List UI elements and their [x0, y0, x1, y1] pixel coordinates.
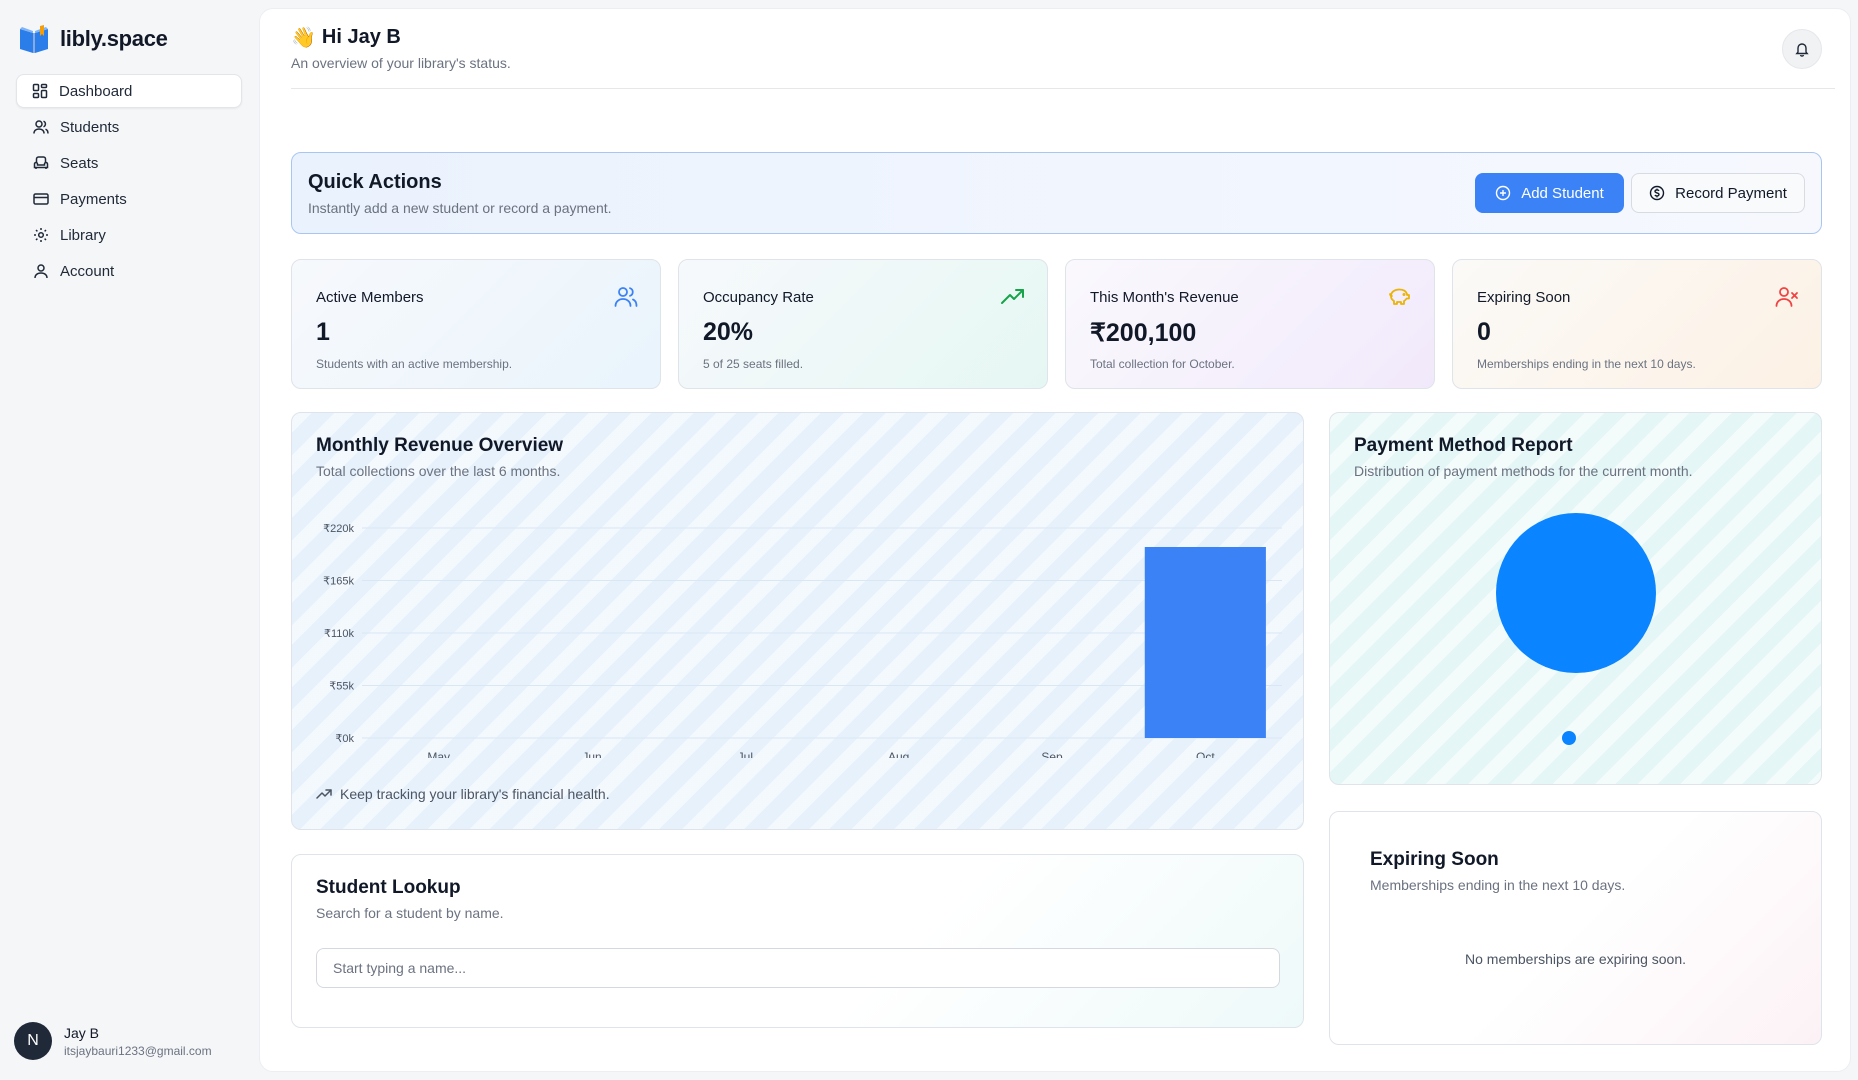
users-icon: [614, 285, 638, 309]
payment-method-panel: Payment Method Report Distribution of pa…: [1329, 412, 1822, 785]
page-subtitle: An overview of your library's status.: [291, 55, 511, 71]
gear-icon: [33, 227, 49, 243]
piggy-bank-icon: [1388, 285, 1412, 309]
x-tick-label: May: [427, 750, 450, 758]
student-lookup-panel: Student Lookup Search for a student by n…: [291, 854, 1304, 1028]
sidebar-nav: Dashboard Students Seats Payments Librar…: [16, 74, 242, 290]
student-lookup-subtitle: Search for a student by name.: [316, 905, 504, 921]
quick-actions-subtitle: Instantly add a new student or record a …: [308, 200, 612, 216]
app-name: libly.space: [60, 26, 168, 51]
plus-circle-icon: [1495, 185, 1511, 201]
payment-report-subtitle: Distribution of payment methods for the …: [1354, 463, 1693, 479]
pie-slice[interactable]: [1496, 513, 1656, 673]
user-email: itsjaybauri1233@gmail.com: [64, 1043, 212, 1058]
y-tick-label: ₹110k: [324, 628, 355, 640]
add-student-button[interactable]: Add Student: [1475, 173, 1624, 213]
stat-title: Expiring Soon: [1477, 289, 1571, 306]
revenue-footer-text: Keep tracking your library's financial h…: [340, 786, 610, 802]
stat-value: 1: [316, 318, 330, 346]
main-content: 👋 Hi Jay B An overview of your library's…: [259, 8, 1851, 1072]
trending-up-icon: [316, 786, 332, 802]
expiring-soon-panel: Expiring Soon Memberships ending in the …: [1329, 811, 1822, 1045]
revenue-chart-footer: Keep tracking your library's financial h…: [316, 786, 610, 802]
stat-card-active-members: Active Members 1 Students with an active…: [291, 259, 661, 389]
revenue-chart-panel: Monthly Revenue Overview Total collectio…: [291, 412, 1304, 830]
bar[interactable]: [1144, 546, 1266, 738]
notifications-button[interactable]: [1782, 29, 1822, 69]
sidebar-item-label: Dashboard: [59, 82, 133, 100]
user-name: Jay B: [64, 1024, 100, 1041]
y-tick-label: ₹55k: [329, 681, 354, 693]
sidebar-item-label: Seats: [60, 154, 99, 172]
waving-hand-icon: 👋: [291, 27, 316, 49]
revenue-chart-subtitle: Total collections over the last 6 months…: [316, 463, 561, 479]
quick-actions-panel: Quick Actions Instantly add a new studen…: [291, 152, 1822, 234]
x-tick-label: Aug: [888, 750, 909, 758]
legend-marker: [1562, 731, 1576, 745]
payment-pie-chart: [1496, 513, 1656, 745]
empty-state-message: No memberships are expiring soon.: [1465, 951, 1686, 967]
stat-value: 0: [1477, 318, 1491, 346]
stat-value: 20%: [703, 318, 754, 346]
expiring-soon-subtitle: Memberships ending in the next 10 days.: [1370, 877, 1626, 893]
sidebar-item-account[interactable]: Account: [16, 254, 242, 288]
app-logo[interactable]: libly.space: [18, 24, 168, 54]
sidebar-item-students[interactable]: Students: [16, 110, 242, 144]
sidebar-item-seats[interactable]: Seats: [16, 146, 242, 180]
stat-title: Active Members: [316, 289, 424, 306]
stat-title: Occupancy Rate: [703, 289, 814, 306]
add-student-label: Add Student: [1521, 184, 1604, 202]
expiring-soon-title: Expiring Soon: [1370, 849, 1499, 870]
bell-icon: [1794, 41, 1810, 57]
sidebar-item-label: Library: [60, 226, 106, 244]
greeting-text: Hi Jay B: [321, 26, 401, 48]
header-divider: [291, 88, 1835, 89]
stat-card-occupancy-rate: Occupancy Rate 20% 5 of 25 seats filled.: [678, 259, 1048, 389]
stat-subtitle: 5 of 25 seats filled.: [703, 357, 804, 371]
x-tick-label: Jun: [582, 750, 601, 758]
sidebar-item-label: Students: [60, 118, 120, 136]
record-payment-label: Record Payment: [1675, 184, 1787, 202]
student-search-input[interactable]: [316, 948, 1280, 988]
avatar: N: [14, 1022, 52, 1060]
user-x-icon: [1775, 285, 1799, 309]
x-tick-label: Oct: [1196, 750, 1215, 758]
armchair-icon: [33, 155, 49, 171]
x-tick-label: Sep: [1041, 750, 1063, 758]
user-icon: [33, 263, 49, 279]
sidebar-item-payments[interactable]: Payments: [16, 182, 242, 216]
sidebar-item-label: Account: [60, 262, 115, 280]
y-tick-label: ₹165k: [323, 576, 354, 588]
credit-card-icon: [33, 191, 49, 207]
stat-title: This Month's Revenue: [1090, 289, 1239, 306]
payment-report-title: Payment Method Report: [1354, 435, 1573, 456]
stat-card-monthly-revenue: This Month's Revenue ₹200,100 Total coll…: [1065, 259, 1435, 389]
stat-card-expiring-soon: Expiring Soon 0 Memberships ending in th…: [1452, 259, 1822, 389]
stat-subtitle: Students with an active membership.: [316, 357, 513, 371]
sidebar-item-library[interactable]: Library: [16, 218, 242, 252]
x-tick-label: Jul: [738, 750, 753, 758]
stat-subtitle: Total collection for October.: [1090, 357, 1235, 371]
revenue-chart-title: Monthly Revenue Overview: [316, 435, 564, 456]
student-lookup-title: Student Lookup: [316, 877, 461, 898]
quick-actions-title: Quick Actions: [308, 171, 442, 193]
user-profile[interactable]: N Jay B itsjaybauri1233@gmail.com: [14, 1022, 212, 1060]
sidebar-item-label: Payments: [60, 190, 127, 208]
record-payment-button[interactable]: Record Payment: [1631, 173, 1805, 213]
page-header: 👋 Hi Jay B An overview of your library's…: [291, 25, 511, 71]
sidebar-item-dashboard[interactable]: Dashboard: [16, 74, 242, 108]
sidebar: libly.space Dashboard Students Seats Pay…: [0, 0, 258, 1080]
users-icon: [33, 119, 49, 135]
dashboard-icon: [32, 83, 48, 99]
open-book-icon: [18, 24, 50, 54]
y-tick-label: ₹0k: [335, 733, 354, 745]
stat-value: ₹200,100: [1090, 319, 1197, 347]
page-title: 👋 Hi Jay B: [291, 25, 511, 50]
dollar-circle-icon: [1649, 185, 1665, 201]
revenue-bar-chart: ₹0k ₹55k ₹110k ₹165k ₹220k May Jun Jul Aug Sep Oct: [323, 523, 1282, 758]
stat-subtitle: Memberships ending in the next 10 days.: [1477, 357, 1696, 371]
y-tick-label: ₹220k: [323, 523, 354, 535]
trending-up-icon: [1001, 285, 1025, 309]
